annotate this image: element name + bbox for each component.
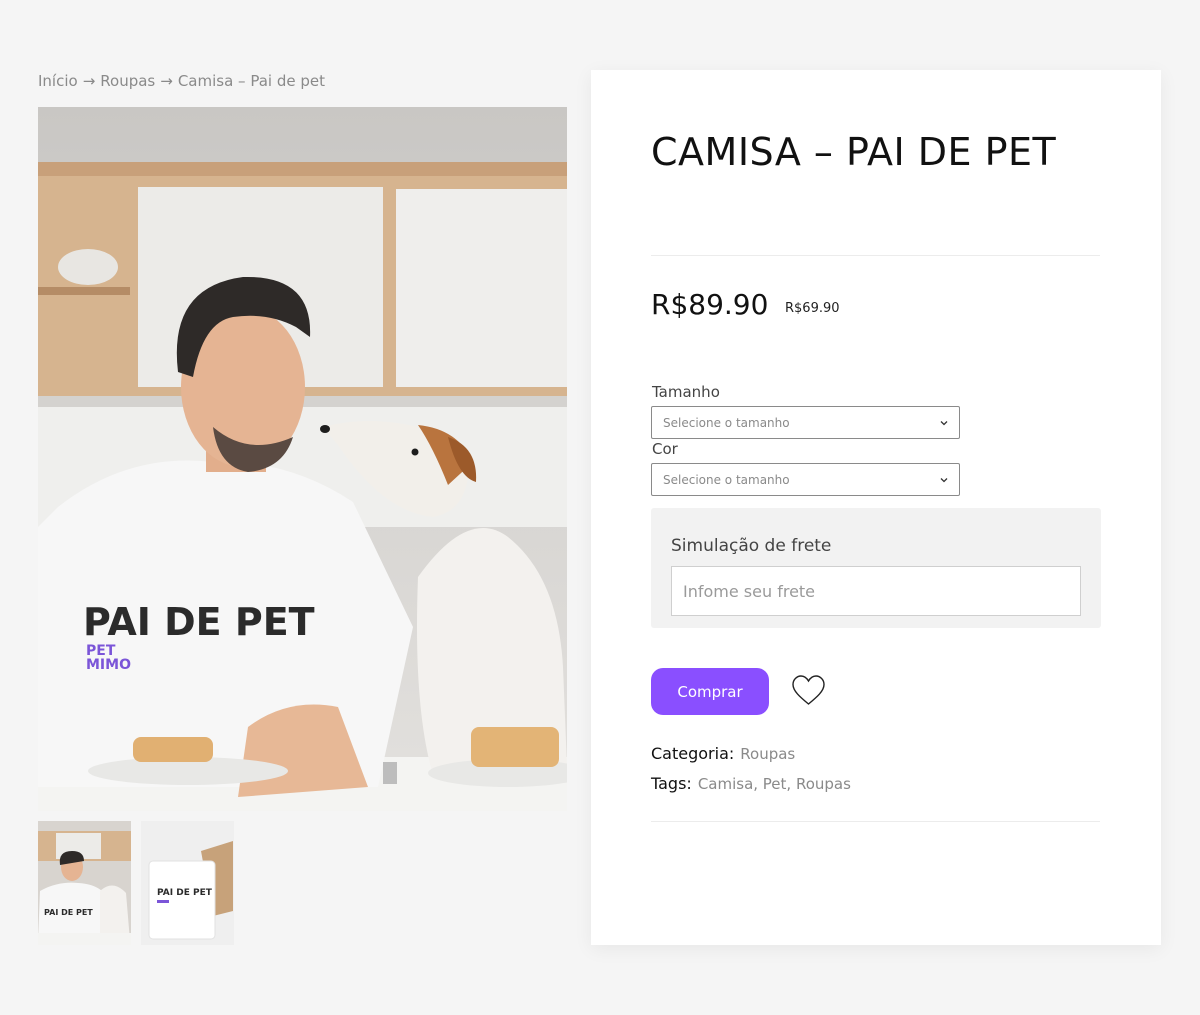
product-main-image[interactable]: PAI DE PET PET MIMO	[38, 107, 567, 811]
divider	[651, 821, 1100, 822]
thumbnail-2[interactable]: PAI DE PET	[141, 821, 234, 945]
shipping-simulation-box: Simulação de frete	[651, 508, 1101, 628]
buy-button[interactable]: Comprar	[651, 668, 769, 715]
thumbnail-shirt-text: PAI DE PET	[44, 908, 93, 917]
category-row: Categoria: Roupas	[651, 744, 795, 763]
breadcrumb-home[interactable]: Início	[38, 72, 78, 90]
breadcrumb-current: Camisa – Pai de pet	[177, 72, 325, 90]
tags-row: Tags: Camisa, Pet, Roupas	[651, 774, 851, 793]
heart-icon[interactable]	[791, 674, 826, 708]
category-label: Categoria:	[651, 744, 735, 763]
divider	[651, 255, 1100, 256]
shipping-input[interactable]	[671, 566, 1081, 616]
tags-label: Tags:	[651, 774, 692, 793]
product-old-price: R$69.90	[785, 301, 840, 316]
color-select-value: Selecione o tamanho	[663, 472, 790, 487]
thumbnail-man-dog-illustration: PAI DE PET	[38, 821, 131, 945]
breadcrumb-separator: →	[82, 72, 96, 90]
shirt-brand-line2: MIMO	[86, 657, 131, 673]
color-select[interactable]: Selecione o tamanho	[651, 463, 960, 496]
color-label: Cor	[652, 440, 678, 458]
size-select-value: Selecione o tamanho	[663, 415, 790, 430]
chevron-down-icon	[940, 477, 948, 482]
product-title: CAMISA – PAI DE PET	[651, 130, 1057, 174]
shipping-title: Simulação de frete	[671, 536, 832, 556]
chevron-down-icon	[940, 420, 948, 425]
breadcrumb: Início → Roupas → Camisa – Pai de pet	[38, 72, 325, 90]
product-price: R$89.90	[651, 288, 769, 321]
tags-links[interactable]: Camisa, Pet, Roupas	[698, 775, 851, 793]
thumbnail-folded-shirt-text: PAI DE PET	[157, 888, 213, 898]
category-link[interactable]: Roupas	[740, 745, 795, 763]
size-select[interactable]: Selecione o tamanho	[651, 406, 960, 439]
product-details-panel: CAMISA – PAI DE PET R$89.90 R$69.90 Tama…	[591, 70, 1161, 945]
size-label: Tamanho	[652, 383, 720, 401]
breadcrumb-separator: →	[160, 72, 173, 90]
product-photo-illustration: PAI DE PET PET MIMO	[38, 107, 567, 811]
breadcrumb-category[interactable]: Roupas	[100, 72, 155, 90]
thumbnail-folded-shirt-illustration: PAI DE PET	[141, 821, 234, 945]
thumbnail-1[interactable]: PAI DE PET	[38, 821, 131, 945]
shirt-print-text: PAI DE PET	[83, 600, 315, 644]
